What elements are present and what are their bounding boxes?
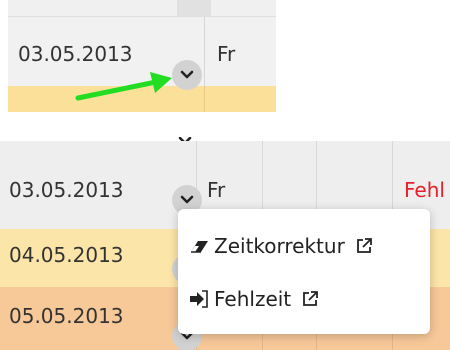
day-text: Fr <box>207 178 226 202</box>
date-text: 05.05.2013 <box>9 304 124 328</box>
day-cell: Fr <box>205 17 276 87</box>
cell-divider <box>204 86 205 112</box>
date-text: 04.05.2013 <box>9 243 124 267</box>
bottom-snippet: 03.05.2013 Fr Fehl 04.05.2013 05.05.2013 <box>0 136 450 350</box>
eraser-icon <box>191 241 208 253</box>
header-strip <box>8 0 276 16</box>
top-snippet: 03.05.2013 Fr <box>0 0 276 112</box>
menu-item-label: Fehlzeit <box>214 287 292 311</box>
external-link-icon <box>303 291 319 306</box>
header-strip-tab <box>177 0 211 16</box>
external-link-icon <box>356 238 372 253</box>
status-text: Fehl <box>404 178 445 202</box>
chevron-down-icon <box>180 195 194 204</box>
menu-item-fehlzeit[interactable]: Fehlzeit <box>188 284 319 314</box>
menu-item-label: Zeitkorrektur <box>214 234 345 258</box>
screenshot-stage: 03.05.2013 Fr 03.05.2013 Fr Fehl 04.05.2… <box>0 0 450 350</box>
sign-in-icon <box>190 290 208 308</box>
row-action-menu: Zeitkorrektur Fehlzeit <box>178 209 430 334</box>
menu-item-zeitkorrektur[interactable]: Zeitkorrektur <box>188 231 373 261</box>
green-arrow-annotation <box>75 72 172 101</box>
day-text: Fr <box>217 42 236 66</box>
date-text: 03.05.2013 <box>9 178 124 202</box>
